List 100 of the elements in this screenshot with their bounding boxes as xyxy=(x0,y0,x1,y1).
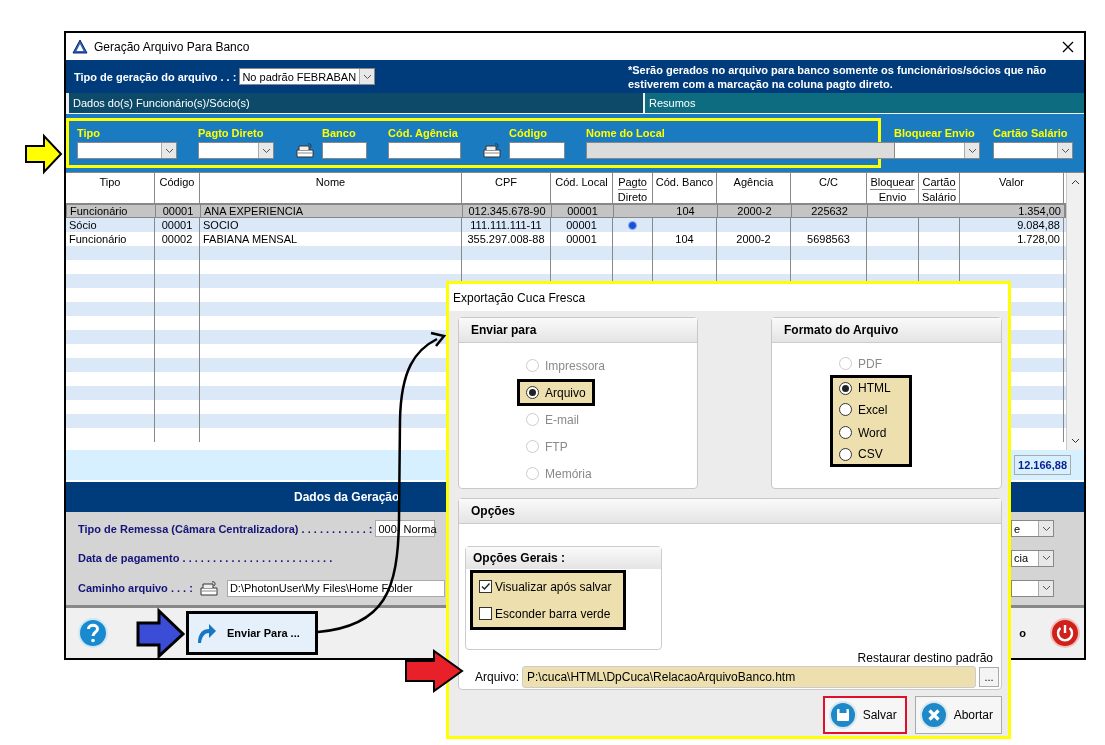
column-header: C/C xyxy=(819,176,838,188)
send-button[interactable]: Enviar Para ... xyxy=(186,611,318,655)
dropdown[interactable] xyxy=(894,142,980,159)
column-header: Agência xyxy=(733,176,774,188)
panel-title: Enviar para xyxy=(471,323,537,337)
total-value: 12.166,88 xyxy=(1014,455,1071,475)
checkbox[interactable] xyxy=(479,607,492,620)
table-cell: Funcionário xyxy=(69,233,127,245)
table-cell: SOCIO xyxy=(203,219,239,231)
field-label: Tipo de geração do arquivo . . : xyxy=(74,70,237,83)
table-cell: 00001 xyxy=(566,233,597,245)
option-label: HTML xyxy=(858,381,891,395)
table-cell: 1.728,00 xyxy=(1017,233,1060,245)
column-header: Nome xyxy=(315,176,346,188)
dropdown[interactable] xyxy=(993,142,1073,159)
dropdown[interactable] xyxy=(198,142,274,159)
column-header: Direto xyxy=(617,190,648,203)
browse-button[interactable]: ... xyxy=(979,667,999,687)
radio-button[interactable] xyxy=(839,381,852,395)
scroll-up-icon[interactable] xyxy=(1071,179,1080,185)
input-field[interactable] xyxy=(509,142,565,159)
table-cell: Funcionário xyxy=(70,205,128,217)
file-path-field[interactable]: P:\cuca\HTML\DpCuca\RelacaoArquivoBanco.htm xyxy=(522,666,976,688)
option-label: Excel xyxy=(858,402,888,417)
section-header: Resumos xyxy=(645,93,1084,113)
table-cell: 2000-2 xyxy=(736,233,771,245)
filter-label: Pagto Direto xyxy=(198,127,265,139)
table-cell: 00001 xyxy=(162,205,194,217)
dropdown[interactable]: e xyxy=(1011,520,1054,538)
chevron-down-icon xyxy=(1060,147,1070,154)
save-button[interactable]: Salvar xyxy=(822,696,907,734)
curved-arrow-icon xyxy=(195,621,217,645)
column-header: Tipo xyxy=(99,176,121,188)
column-header: Envio xyxy=(878,190,907,203)
table-cell: 9.084,88 xyxy=(1017,219,1060,231)
table-cell: 355.297.008-88 xyxy=(467,233,545,245)
panel-title: Opções xyxy=(471,504,515,518)
radio-button[interactable] xyxy=(526,386,539,399)
dropdown[interactable]: cia xyxy=(1011,550,1054,567)
table-cell: 225632 xyxy=(811,205,848,217)
section-title: Dados da Geração xyxy=(294,490,400,504)
table-cell: Sócio xyxy=(69,219,97,231)
tray-icon[interactable] xyxy=(295,142,315,159)
window-title: Geração Arquivo Para Banco xyxy=(94,39,250,54)
filter-label: Cód. Agência xyxy=(388,127,459,139)
pointer-arrow xyxy=(25,133,63,175)
chevron-down-icon xyxy=(1041,525,1051,532)
triangle-icon xyxy=(72,39,88,54)
dropdown[interactable] xyxy=(1011,579,1054,597)
chevron-down-icon xyxy=(164,147,174,154)
radio-button[interactable] xyxy=(839,447,852,461)
section-header: Dados do(s) Funcionário(s)/Sócio(s) xyxy=(69,93,643,113)
chevron-down-icon xyxy=(261,147,271,154)
filter-label: Código xyxy=(509,127,548,139)
option-label: Word xyxy=(858,425,887,440)
radio-button[interactable] xyxy=(839,403,852,416)
option-label: FTP xyxy=(545,439,568,454)
field-label: Tipo de Remessa (Câmara Centralizadora) . . . . . . . . . . . : xyxy=(78,522,373,535)
table-cell: 00001 xyxy=(567,205,598,217)
power-icon[interactable] xyxy=(1050,618,1080,648)
checkbox[interactable] xyxy=(479,580,492,593)
option-label: Impressora xyxy=(545,358,606,373)
cancel-icon xyxy=(919,701,948,729)
chevron-down-icon xyxy=(362,73,372,80)
table-cell: 012.345.678-90 xyxy=(468,205,546,217)
button-label: o xyxy=(1019,627,1026,639)
scroll-down-icon[interactable] xyxy=(1071,438,1080,444)
dialog-title: Exportação Cuca Fresca xyxy=(453,290,586,305)
checkbox-label: Visualizar após salvar xyxy=(495,579,612,594)
column-header: Bloquear xyxy=(870,176,915,190)
filter-label: Bloquear Envio xyxy=(894,127,976,139)
table-cell: ANA EXPERIENCIA xyxy=(204,205,304,217)
chevron-down-icon xyxy=(967,147,977,154)
column-header: Salário xyxy=(921,190,957,203)
dropdown[interactable] xyxy=(77,142,177,159)
floppy-icon xyxy=(828,701,857,729)
radio-button[interactable] xyxy=(839,426,852,439)
column-header: Pagto xyxy=(618,176,647,190)
field-label: Data de pagamento . . . . . . . . . . . . . . . . . . . . . . . . . xyxy=(78,552,333,565)
table-cell: 1.354,00 xyxy=(1018,205,1061,217)
close-icon[interactable] xyxy=(1062,40,1074,53)
column-header: Cartão xyxy=(922,176,956,190)
note-text: *Serão gerados no arquivo para banco somente os funcionários/sócios que não estiverem com a marcação na coluna pagto direto. xyxy=(628,62,1048,91)
tray-icon[interactable] xyxy=(482,142,502,159)
input-field[interactable] xyxy=(322,142,367,159)
filter-label: Tipo xyxy=(77,127,101,139)
help-icon[interactable] xyxy=(78,618,108,648)
table-cell: 104 xyxy=(675,233,694,245)
column-header: Cód. Banco xyxy=(655,176,714,188)
table-cell: FABIANA MENSAL xyxy=(203,233,298,245)
abort-button[interactable]: Abortar xyxy=(914,696,1002,734)
tray-icon[interactable] xyxy=(198,579,219,597)
table-cell: 5698563 xyxy=(807,233,850,245)
table-cell: 00001 xyxy=(566,219,597,231)
dropdown[interactable]: No padrão FEBRABAN xyxy=(239,68,376,85)
table-cell: 2000-2 xyxy=(737,205,772,217)
option-label: CSV xyxy=(858,447,883,461)
filter-label: Banco xyxy=(322,127,357,139)
input-field[interactable] xyxy=(388,142,461,159)
restore-link[interactable]: Restaurar destino padrão xyxy=(857,651,993,665)
